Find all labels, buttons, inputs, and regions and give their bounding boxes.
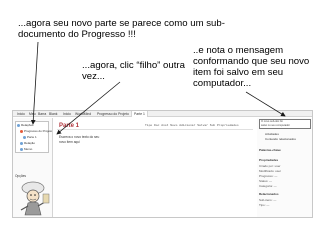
- tab-worldmind[interactable]: WorldMind: [73, 111, 93, 117]
- app-screenshot: Inicio Meu Barra Blank Inicio WorldMind …: [12, 110, 313, 218]
- caption-line: item foi salvo em seu: [193, 67, 284, 78]
- breadcrumb-item[interactable]: Blank: [47, 111, 59, 117]
- node-icon: [20, 147, 23, 151]
- document-tree: Relações Progresso do Projeto Parte 1 Re…: [15, 121, 52, 153]
- tree-item-label: Parte 1: [27, 135, 37, 139]
- tree-item[interactable]: Memo: [20, 147, 32, 152]
- node-icon: [20, 141, 23, 145]
- page-title: Parte 1: [59, 123, 80, 129]
- tree-item[interactable]: Relação: [20, 141, 35, 146]
- tree-item[interactable]: Parte 1: [23, 135, 37, 140]
- property-line: Sub-itens: ---: [259, 198, 277, 202]
- node-icon: [23, 135, 26, 139]
- tab-progresso[interactable]: Progresso do Projeto: [95, 111, 131, 117]
- document-body[interactable]: Escreva o novo texto do seu novo item aq…: [59, 135, 209, 144]
- section-heading: Relacionados: [259, 192, 279, 196]
- tree-item-selected[interactable]: Progresso do Projeto: [20, 129, 52, 134]
- property-line: Tipo: ---: [259, 203, 270, 207]
- body-line: novo item aqui: [59, 139, 80, 144]
- right-links: Atividades Conteúdo relacionados: [265, 132, 296, 142]
- notice-line: salvo no seu computador: [261, 124, 290, 127]
- save-notice: O novo sub-doc foi salvo no seu computad…: [259, 119, 311, 129]
- caption-line: vez...: [82, 71, 105, 82]
- caption-line: ...agora seu novo parte se parece como u…: [18, 18, 225, 29]
- node-icon: [17, 123, 20, 127]
- property-line: Criado por: user: [259, 164, 281, 168]
- node-icon: [20, 129, 23, 133]
- editor-toolbar[interactable]: Tipo Doc Anot Novo Adicionar Salvar Sub …: [145, 124, 239, 127]
- tree-item[interactable]: Relações: [17, 123, 34, 128]
- tree-item-label: Relação: [24, 141, 36, 145]
- caption-right: ..e nota o mensagem conformando que seu …: [193, 45, 313, 89]
- caption-middle: ...agora, clic “filho” outra vez...: [82, 60, 202, 82]
- tree-item-label: Relações: [21, 123, 34, 127]
- breadcrumb-item[interactable]: Inicio: [15, 111, 27, 117]
- tree-item-label: Memo: [24, 147, 33, 151]
- property-line: Modificado: user: [259, 169, 282, 173]
- breadcrumb: Inicio Meu Barra Blank Inicio WorldMind …: [13, 111, 312, 117]
- caption-top: ...agora seu novo parte se parece como u…: [18, 18, 225, 40]
- section-heading: Propriedades: [259, 158, 279, 162]
- caption-line: ..e nota o mensagem: [193, 45, 284, 56]
- section-heading: Palavras-chave: [259, 148, 281, 152]
- caption-line: documento do Progresso !!!: [18, 29, 136, 40]
- sidebar: Relações Progresso do Projeto Parte 1 Re…: [13, 118, 53, 217]
- tab-inicio[interactable]: Inicio: [61, 111, 73, 117]
- options-label: Opções: [15, 174, 26, 178]
- property-line: Status: ---: [259, 179, 273, 183]
- tree-item-label: Progresso do Projeto: [24, 129, 53, 133]
- main-content: Parte 1 Tipo Doc Anot Novo Adicionar Sal…: [55, 118, 255, 217]
- right-panel: O novo sub-doc foi salvo no seu computad…: [257, 118, 312, 217]
- right-link[interactable]: Conteúdo relacionados: [265, 137, 296, 142]
- caption-line: ...agora, clic “filho” outra: [82, 60, 185, 71]
- caption-line: computador...: [193, 78, 252, 89]
- caption-line: conformando que seu novo: [193, 56, 310, 67]
- tab-parte-1[interactable]: Parte 1: [131, 111, 148, 117]
- property-line: Progresso: ---: [259, 174, 278, 178]
- property-line: Categoria: ---: [259, 184, 277, 188]
- character-illustration: [20, 181, 50, 216]
- title-row: Parte 1 Tipo Doc Anot Novo Adicionar Sal…: [57, 122, 253, 130]
